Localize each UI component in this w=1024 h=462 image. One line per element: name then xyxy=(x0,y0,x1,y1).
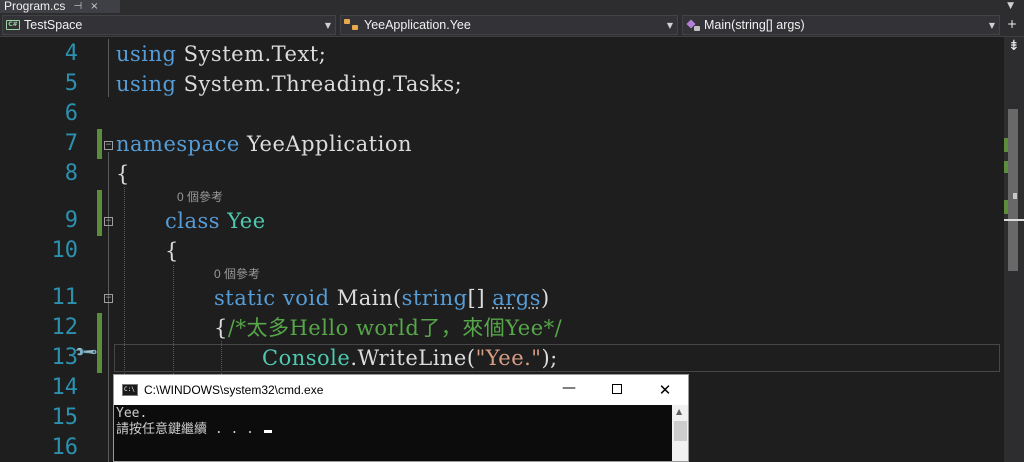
split-window-icon[interactable]: + xyxy=(1006,17,1018,33)
method-icon xyxy=(686,19,700,31)
navigation-bar: C# TestSpace ▼ YeeApplication.Yee ▼ Main… xyxy=(0,13,1024,37)
tab-label: Program.cs xyxy=(4,0,66,13)
line-number: 8 xyxy=(64,161,78,186)
cmd-window[interactable]: C:\ C:\WINDOWS\system32\cmd.exe — ✕ Yee.… xyxy=(113,374,689,462)
change-marker xyxy=(97,190,102,236)
outline-guide xyxy=(108,39,109,97)
cmd-titlebar[interactable]: C:\ C:\WINDOWS\system32\cmd.exe — ✕ xyxy=(114,375,688,405)
scroll-change-marker xyxy=(1004,161,1008,173)
type-dropdown[interactable]: YeeApplication.Yee ▼ xyxy=(340,15,678,35)
pin-icon[interactable]: ⊣ xyxy=(73,0,82,13)
collapse-method-icon[interactable]: − xyxy=(104,294,113,303)
tab-overflow-icon[interactable]: ▼ xyxy=(1007,1,1014,11)
console-scrollbar[interactable]: ▲ xyxy=(672,405,688,461)
line-number: 6 xyxy=(64,101,78,126)
code-line-9: class Yee xyxy=(165,209,266,233)
console-scrollbar-thumb[interactable] xyxy=(674,421,687,441)
outline-guide xyxy=(108,152,109,462)
scrollbar-thumb[interactable] xyxy=(1008,109,1018,271)
line-number: 9 xyxy=(64,208,78,233)
tab-program-cs[interactable]: Program.cs ⊣ × xyxy=(0,0,120,13)
unused-parameter-args: args xyxy=(492,286,541,310)
line-number: 10 xyxy=(51,238,79,263)
chevron-down-icon: ▼ xyxy=(324,21,331,30)
chevron-down-icon: ▼ xyxy=(988,21,995,30)
collapse-class-icon[interactable]: − xyxy=(104,217,113,226)
code-line-11: static void Main(string[] args) xyxy=(214,286,550,310)
code-line-7: namespace YeeApplication xyxy=(116,132,412,156)
scroll-change-marker xyxy=(1004,138,1008,152)
console-line: Yee. xyxy=(116,406,148,421)
console-output[interactable]: Yee. 請按任意鍵繼續 . . . xyxy=(114,405,672,461)
class-icon xyxy=(344,19,360,31)
type-dropdown-label: YeeApplication.Yee xyxy=(364,18,471,32)
close-tab-icon[interactable]: × xyxy=(90,0,98,13)
collapse-namespace-icon[interactable]: − xyxy=(104,141,113,150)
scroll-caret-marker xyxy=(1004,219,1024,221)
change-marker xyxy=(97,129,102,159)
csharp-project-icon: C# xyxy=(6,20,20,30)
document-tab-strip: Program.cs ⊣ × ▼ xyxy=(0,0,1024,13)
codelens-method-references[interactable]: 0 個參考 xyxy=(214,267,260,281)
line-number: 5 xyxy=(64,71,78,96)
line-number: 7 xyxy=(64,131,78,156)
maximize-icon xyxy=(612,384,622,394)
minimize-button[interactable]: — xyxy=(546,379,592,401)
close-button[interactable]: ✕ xyxy=(642,379,688,401)
line-number: 14 xyxy=(51,375,79,400)
code-line-10: { xyxy=(165,239,179,263)
line-number: 12 xyxy=(51,315,79,340)
project-dropdown[interactable]: C# TestSpace ▼ xyxy=(2,15,336,35)
console-line: 請按任意鍵繼續 . . . xyxy=(116,422,272,438)
maximize-button[interactable] xyxy=(594,379,640,401)
project-dropdown-label: TestSpace xyxy=(24,18,83,32)
console-cursor xyxy=(263,430,272,433)
cmd-window-title: C:\WINDOWS\system32\cmd.exe xyxy=(144,383,324,397)
code-line-12: {/*太多Hello world了，來個Yee*/ xyxy=(214,316,563,340)
line-number: 16 xyxy=(51,435,79,460)
code-line-4: using System.Text; xyxy=(116,42,327,66)
editor-vertical-scrollbar[interactable]: ⇟ xyxy=(1004,37,1024,462)
line-number: 13 xyxy=(51,345,79,370)
line-number: 15 xyxy=(51,405,79,430)
scroll-up-icon[interactable]: ▲ xyxy=(676,407,682,416)
code-line-13: Console.WriteLine("Yee."); xyxy=(262,346,558,370)
code-line-8: { xyxy=(116,162,130,186)
line-number: 4 xyxy=(64,41,78,66)
line-number: 11 xyxy=(51,285,79,310)
scroll-change-marker xyxy=(1004,200,1008,214)
member-dropdown[interactable]: Main(string[] args) ▼ xyxy=(682,15,1000,35)
cmd-app-icon: C:\ xyxy=(122,384,138,396)
split-editor-icon[interactable]: ⇟ xyxy=(1008,39,1020,53)
scroll-position-marker xyxy=(1013,193,1017,199)
codelens-class-references[interactable]: 0 個參考 xyxy=(177,190,223,204)
code-line-5: using System.Threading.Tasks; xyxy=(116,72,463,96)
chevron-down-icon: ▼ xyxy=(666,21,673,30)
change-marker xyxy=(97,313,102,373)
member-dropdown-label: Main(string[] args) xyxy=(704,18,805,32)
